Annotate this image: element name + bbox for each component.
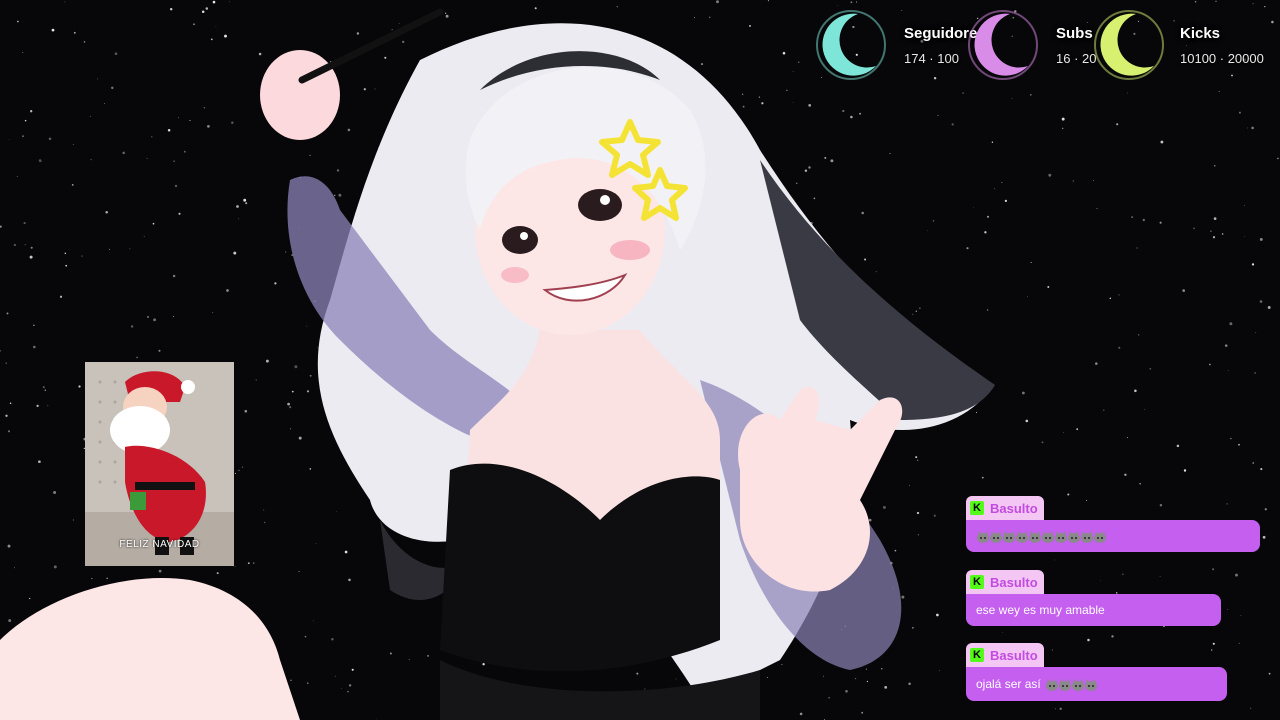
chat-text: ese wey es muy amable [976,603,1105,617]
cat-emote-icon [977,530,989,543]
cat-emote-icon [1029,530,1041,543]
chat-message: K Basulto [966,496,1262,554]
chat-username-tag: K Basulto [966,496,1044,520]
cat-emote-icon [1003,530,1015,543]
emote-row [976,529,1106,543]
chat-message: K Basulto ese wey es muy amable [966,570,1222,628]
cat-emote-icon [1071,678,1084,691]
chat-text: ojalá ser así [976,677,1041,691]
chat-bubble: ese wey es muy amable [966,594,1221,626]
christmas-gif: FELIZ NAVIDAD [85,362,234,566]
kick-badge-icon: K [970,575,984,589]
gif-caption: FELIZ NAVIDAD [119,539,200,550]
chat-username: Basulto [990,647,1038,663]
chat-username: Basulto [990,574,1038,590]
cat-emote-icon [1058,678,1071,691]
kick-badge-icon: K [970,648,984,662]
chat-username: Basulto [990,500,1038,516]
cat-emote-icon [1068,530,1080,543]
cat-emote-icon [1016,530,1028,543]
crescent-moon-icon [1094,10,1164,80]
crescent-moon-icon [968,10,1038,80]
chat-bubble: ojalá ser así [966,667,1227,701]
chat-username-tag: K Basulto [966,570,1044,594]
cat-emote-icon [1094,530,1106,543]
cat-emote-icon [1045,678,1058,691]
goal-count: 10100 · 20000 [1180,51,1264,66]
chat-username-tag: K Basulto [966,643,1044,667]
cat-emote-icon [1055,530,1067,543]
cat-emote-icon [1084,678,1097,691]
santa-dancing-image [85,362,234,566]
cat-emote-icon [1042,530,1054,543]
cat-emote-icon [990,530,1002,543]
crescent-moon-icon [816,10,886,80]
goal-count: 174 · 100 [904,51,959,66]
emote-row [1045,677,1097,691]
chat-bubble [966,520,1260,552]
goal-label: Kicks [1180,25,1221,42]
kick-badge-icon: K [970,501,984,515]
cat-emote-icon [1081,530,1093,543]
chat-message: K Basulto ojalá ser así [966,643,1228,701]
